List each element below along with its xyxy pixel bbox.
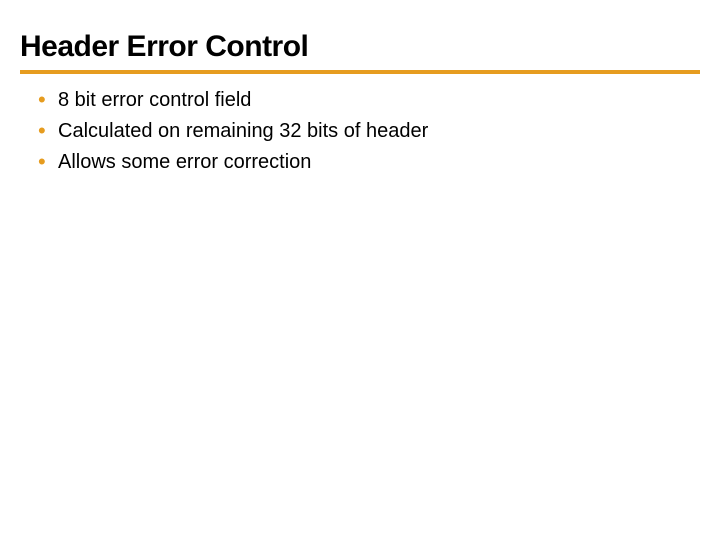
slide-title: Header Error Control	[20, 30, 700, 74]
list-item: Calculated on remaining 32 bits of heade…	[38, 117, 700, 146]
list-item: Allows some error correction	[38, 148, 700, 177]
list-item: 8 bit error control field	[38, 86, 700, 115]
bullet-list: 8 bit error control field Calculated on …	[20, 86, 700, 177]
